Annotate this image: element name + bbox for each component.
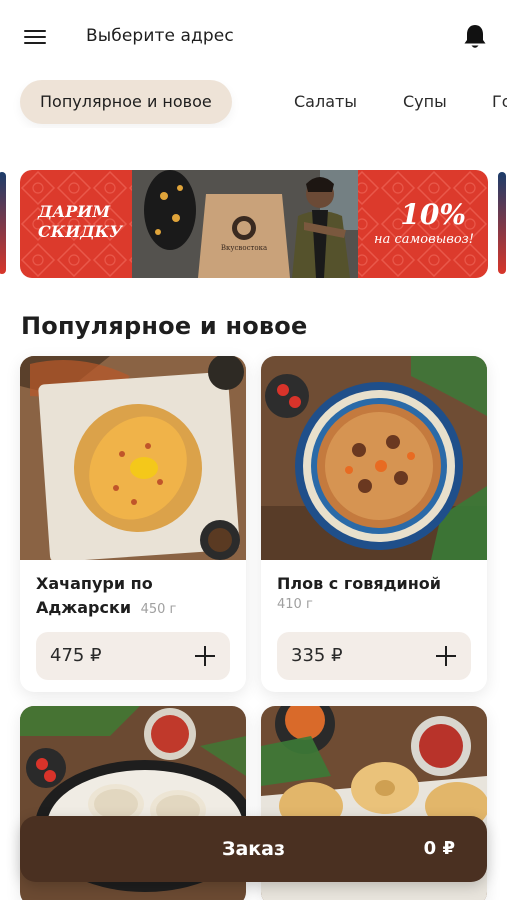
product-card-plov[interactable]: Плов с говядиной 410 г 335 ₽ xyxy=(261,356,487,692)
tab-partial[interactable]: Го xyxy=(492,80,507,124)
product-weight: 410 г xyxy=(277,597,313,612)
product-card-khachapuri[interactable]: Хачапури по Аджарски 450 г 475 ₽ xyxy=(20,356,246,692)
product-price: 475 ₽ xyxy=(50,645,102,666)
product-title: Плов с говядиной xyxy=(277,574,441,593)
bag-logo-text: Вкусвостока xyxy=(221,244,267,252)
plus-icon xyxy=(194,645,216,667)
banner-peek-left[interactable] xyxy=(0,172,6,274)
product-price: 335 ₽ xyxy=(291,645,343,666)
tab-soups[interactable]: Супы xyxy=(403,80,447,124)
add-to-cart-button[interactable]: 335 ₽ xyxy=(277,632,471,680)
banner-headline-line1: Дарим xyxy=(38,202,111,221)
order-total: 0 ₽ xyxy=(423,838,455,859)
product-name: Хачапури по Аджарски 450 г xyxy=(36,572,236,622)
tab-salads[interactable]: Салаты xyxy=(294,80,357,124)
banner-peek-right[interactable] xyxy=(498,172,506,274)
add-to-cart-button[interactable]: 475 ₽ xyxy=(36,632,230,680)
section-title: Популярное и новое xyxy=(21,312,308,340)
tab-popular-new[interactable]: Популярное и новое xyxy=(20,80,232,124)
product-weight: 450 г xyxy=(140,602,177,617)
banner-headline: Дарим скидку xyxy=(38,202,122,242)
banner-headline-line2: скидку xyxy=(38,222,123,241)
order-label: Заказ xyxy=(221,838,286,860)
promo-banner[interactable]: Вкусвостока Дарим скидку 10% на самовыво… xyxy=(20,170,488,278)
promo-carousel: Вкусвостока Дарим скидку 10% на самовыво… xyxy=(0,170,507,278)
order-button[interactable]: Заказ 0 ₽ xyxy=(20,816,487,882)
hamburger-menu-icon[interactable] xyxy=(24,28,50,46)
plus-icon xyxy=(435,645,457,667)
category-tabs: Популярное и новое Салаты Супы Го xyxy=(0,80,507,128)
address-selector[interactable]: Выберите адрес xyxy=(86,26,234,46)
product-photo-khachapuri xyxy=(20,356,246,560)
top-bar: Выберите адрес xyxy=(0,0,507,72)
product-name: Плов с говядиной 410 г xyxy=(277,572,477,614)
banner-subtitle: на самовывоз! xyxy=(374,232,474,247)
bell-icon[interactable] xyxy=(460,22,490,52)
product-title: Хачапури по Аджарски xyxy=(36,574,153,617)
banner-discount: 10% xyxy=(400,198,466,231)
product-photo-plov xyxy=(261,356,487,560)
